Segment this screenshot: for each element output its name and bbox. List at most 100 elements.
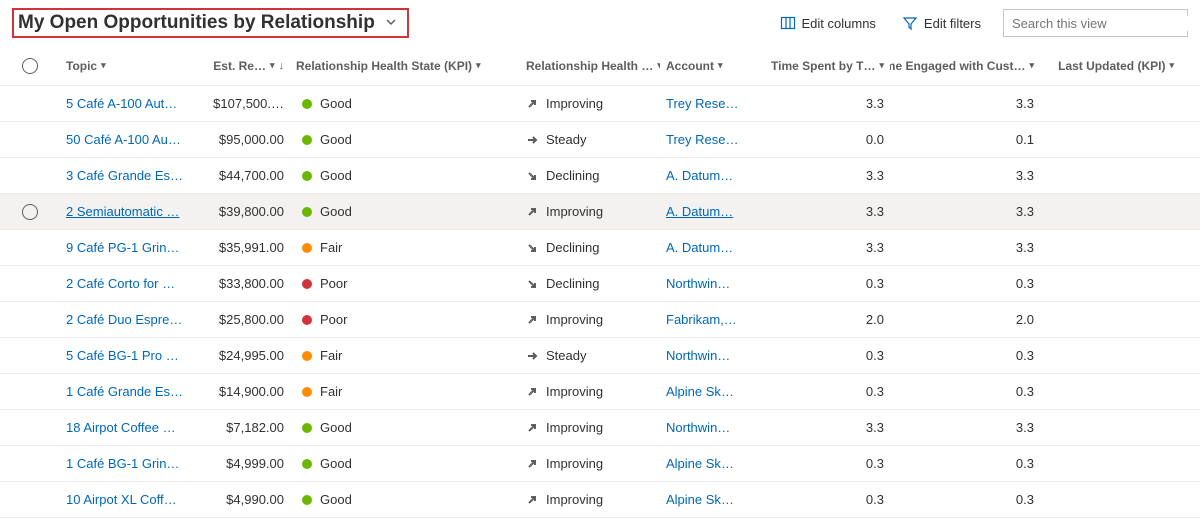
search-input[interactable] bbox=[1012, 16, 1188, 31]
time-customer-cell: 2.0 bbox=[890, 312, 1040, 327]
health-state-cell: Good bbox=[290, 96, 520, 111]
time-team-cell: 0.3 bbox=[760, 492, 890, 507]
arrow-up-right-icon bbox=[526, 458, 538, 470]
time-team-cell: 0.3 bbox=[760, 348, 890, 363]
time-team-cell: 3.3 bbox=[760, 168, 890, 183]
select-all[interactable] bbox=[0, 58, 60, 74]
health-trend-cell: Improving bbox=[520, 384, 660, 399]
account-link[interactable]: Fabrikam,… bbox=[666, 312, 737, 327]
table-row[interactable]: 3 Café Grande Es… $44,700.00 Good Declin… bbox=[0, 158, 1200, 194]
account-link[interactable]: A. Datum… bbox=[666, 204, 733, 219]
est-revenue-cell: $44,700.00 bbox=[200, 168, 290, 183]
column-time-team[interactable]: Time Spent by T…▾ bbox=[766, 59, 884, 73]
time-team-cell: 3.3 bbox=[760, 204, 890, 219]
edit-filters-button[interactable]: Edit filters bbox=[894, 11, 989, 35]
time-customer-cell: 3.3 bbox=[890, 240, 1040, 255]
table-row[interactable]: 1 Café BG-1 Grin… $4,999.00 Good Improvi… bbox=[0, 446, 1200, 482]
topic-link[interactable]: 1 Café Grande Es… bbox=[66, 384, 183, 399]
time-team-cell: 0.0 bbox=[760, 132, 890, 147]
table-row[interactable]: 2 Café Duo Espre… $25,800.00 Poor Improv… bbox=[0, 302, 1200, 338]
account-link[interactable]: Northwin… bbox=[666, 348, 730, 363]
topic-link[interactable]: 10 Airpot XL Coff… bbox=[66, 492, 177, 507]
time-customer-cell: 0.3 bbox=[890, 276, 1040, 291]
topic-link[interactable]: 9 Café PG-1 Grin… bbox=[66, 240, 179, 255]
column-time-customer[interactable]: Time Engaged with Cust…▾ bbox=[896, 59, 1034, 73]
table-row[interactable]: 1 Café Grande Es… $14,900.00 Fair Improv… bbox=[0, 374, 1200, 410]
chevron-down-icon: ▾ bbox=[1169, 60, 1174, 71]
column-topic[interactable]: Topic▾ bbox=[66, 59, 194, 73]
chevron-down-icon: ▾ bbox=[879, 60, 884, 71]
health-state-cell: Good bbox=[290, 492, 520, 507]
table-row[interactable]: 10 Airpot XL Coff… $4,990.00 Good Improv… bbox=[0, 482, 1200, 518]
health-dot-icon bbox=[302, 171, 312, 181]
arrow-up-right-icon bbox=[526, 422, 538, 434]
table-row[interactable]: 9 Café PG-1 Grin… $35,991.00 Fair Declin… bbox=[0, 230, 1200, 266]
column-health-trend[interactable]: Relationship Health …▾ bbox=[526, 59, 660, 73]
health-trend-cell: Steady bbox=[520, 348, 660, 363]
edit-filters-label: Edit filters bbox=[924, 16, 981, 31]
arrow-down-right-icon bbox=[526, 278, 538, 290]
topic-link[interactable]: 5 Café BG-1 Pro … bbox=[66, 348, 179, 363]
health-state-cell: Poor bbox=[290, 312, 520, 327]
table-row[interactable]: 18 Airpot Coffee … $7,182.00 Good Improv… bbox=[0, 410, 1200, 446]
account-link[interactable]: Trey Rese… bbox=[666, 96, 738, 111]
row-select[interactable] bbox=[22, 204, 38, 220]
column-est-revenue[interactable]: Est. Re…▾↓ bbox=[206, 59, 284, 73]
view-selector[interactable]: My Open Opportunities by Relationship bbox=[12, 8, 409, 38]
health-state-cell: Good bbox=[290, 420, 520, 435]
health-dot-icon bbox=[302, 459, 312, 469]
account-link[interactable]: Northwin… bbox=[666, 276, 730, 291]
topic-link[interactable]: 1 Café BG-1 Grin… bbox=[66, 456, 179, 471]
est-revenue-cell: $25,800.00 bbox=[200, 312, 290, 327]
topic-link[interactable]: 5 Café A-100 Aut… bbox=[66, 96, 177, 111]
health-state-cell: Poor bbox=[290, 276, 520, 291]
health-dot-icon bbox=[302, 135, 312, 145]
topic-link[interactable]: 18 Airpot Coffee … bbox=[66, 420, 176, 435]
topic-link[interactable]: 2 Semiautomatic … bbox=[66, 204, 179, 219]
time-customer-cell: 0.1 bbox=[890, 132, 1040, 147]
account-link[interactable]: Northwin… bbox=[666, 420, 730, 435]
column-health-state[interactable]: Relationship Health State (KPI)▾ bbox=[296, 59, 481, 73]
topic-link[interactable]: 3 Café Grande Es… bbox=[66, 168, 183, 183]
topic-link[interactable]: 2 Café Duo Espre… bbox=[66, 312, 182, 327]
health-dot-icon bbox=[302, 207, 312, 217]
health-state-cell: Good bbox=[290, 456, 520, 471]
health-dot-icon bbox=[302, 315, 312, 325]
account-link[interactable]: A. Datum… bbox=[666, 168, 733, 183]
page-header: My Open Opportunities by Relationship Ed… bbox=[0, 0, 1200, 46]
est-revenue-cell: $4,990.00 bbox=[200, 492, 290, 507]
table-row[interactable]: 5 Café BG-1 Pro … $24,995.00 Fair Steady… bbox=[0, 338, 1200, 374]
account-link[interactable]: Alpine Sk… bbox=[666, 384, 734, 399]
chevron-down-icon: ▾ bbox=[476, 60, 481, 71]
arrow-right-icon bbox=[526, 134, 538, 146]
account-link[interactable]: Alpine Sk… bbox=[666, 492, 734, 507]
health-state-cell: Good bbox=[290, 132, 520, 147]
arrow-down-right-icon bbox=[526, 242, 538, 254]
health-trend-cell: Declining bbox=[520, 240, 660, 255]
topic-link[interactable]: 50 Café A-100 Au… bbox=[66, 132, 181, 147]
search-box[interactable] bbox=[1003, 9, 1188, 37]
health-dot-icon bbox=[302, 387, 312, 397]
table-row[interactable]: 2 Café Corto for … $33,800.00 Poor Decli… bbox=[0, 266, 1200, 302]
health-trend-cell: Improving bbox=[520, 312, 660, 327]
table-row[interactable]: 50 Café A-100 Au… $95,000.00 Good Steady… bbox=[0, 122, 1200, 158]
time-team-cell: 3.3 bbox=[760, 240, 890, 255]
account-link[interactable]: Alpine Sk… bbox=[666, 456, 734, 471]
health-dot-icon bbox=[302, 351, 312, 361]
time-team-cell: 0.3 bbox=[760, 384, 890, 399]
view-title: My Open Opportunities by Relationship bbox=[18, 12, 375, 34]
table-row[interactable]: 2 Semiautomatic … $39,800.00 Good Improv… bbox=[0, 194, 1200, 230]
topic-link[interactable]: 2 Café Corto for … bbox=[66, 276, 175, 291]
health-dot-icon bbox=[302, 495, 312, 505]
time-customer-cell: 0.3 bbox=[890, 348, 1040, 363]
est-revenue-cell: $39,800.00 bbox=[200, 204, 290, 219]
table-row[interactable]: 5 Café A-100 Aut… $107,500.… Good Improv… bbox=[0, 86, 1200, 122]
column-account[interactable]: Account▾ bbox=[666, 59, 754, 73]
account-link[interactable]: Trey Rese… bbox=[666, 132, 738, 147]
chevron-down-icon: ▾ bbox=[718, 60, 723, 71]
column-last-updated[interactable]: Last Updated (KPI)▾ bbox=[1046, 59, 1174, 73]
account-link[interactable]: A. Datum… bbox=[666, 240, 733, 255]
edit-columns-button[interactable]: Edit columns bbox=[772, 11, 884, 35]
health-state-cell: Good bbox=[290, 168, 520, 183]
health-trend-cell: Improving bbox=[520, 456, 660, 471]
